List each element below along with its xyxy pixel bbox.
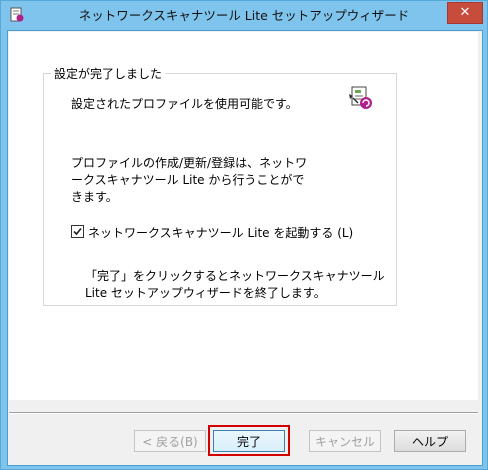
button-separator (9, 412, 478, 414)
help-button[interactable]: ヘルプ (394, 430, 466, 452)
wizard-window: ネットワークスキャナツール Lite セットアップウィザード ✕ 設定が完了しま… (0, 0, 488, 470)
wizard-page: 設定が完了しました 設定されたプロファイルを使用可能です。 プロファイルの作成/… (9, 32, 478, 400)
cancel-button[interactable]: キャンセル (309, 430, 381, 452)
close-icon: ✕ (459, 5, 471, 20)
message-profile-management: プロファイルの作成/更新/登録は、ネットワークスキャナツール Lite から行う… (71, 156, 308, 204)
groupbox-title: 設定が完了しました (51, 65, 166, 82)
wizard-document-icon (347, 84, 375, 112)
wizard-client-area: 設定が完了しました 設定されたプロファイルを使用可能です。 プロファイルの作成/… (7, 30, 483, 466)
message-finish-instruction: 「完了」をクリックするとネットワークスキャナツール Lite セットアップウィザ… (85, 269, 385, 300)
launch-app-checkbox[interactable] (71, 225, 84, 238)
message-profile-ready: 設定されたプロファイルを使用可能です。 (71, 97, 298, 111)
checkmark-icon (73, 227, 82, 236)
title-bar[interactable]: ネットワークスキャナツール Lite セットアップウィザード ✕ (1, 1, 487, 30)
launch-app-label[interactable]: ネットワークスキャナツール Lite を起動する (L) (88, 224, 353, 241)
finish-highlight-box (208, 425, 290, 456)
window-title: ネットワークスキャナツール Lite セットアップウィザード (78, 8, 410, 23)
back-button[interactable]: < 戻る(B) (134, 430, 206, 452)
close-button[interactable]: ✕ (447, 2, 483, 24)
